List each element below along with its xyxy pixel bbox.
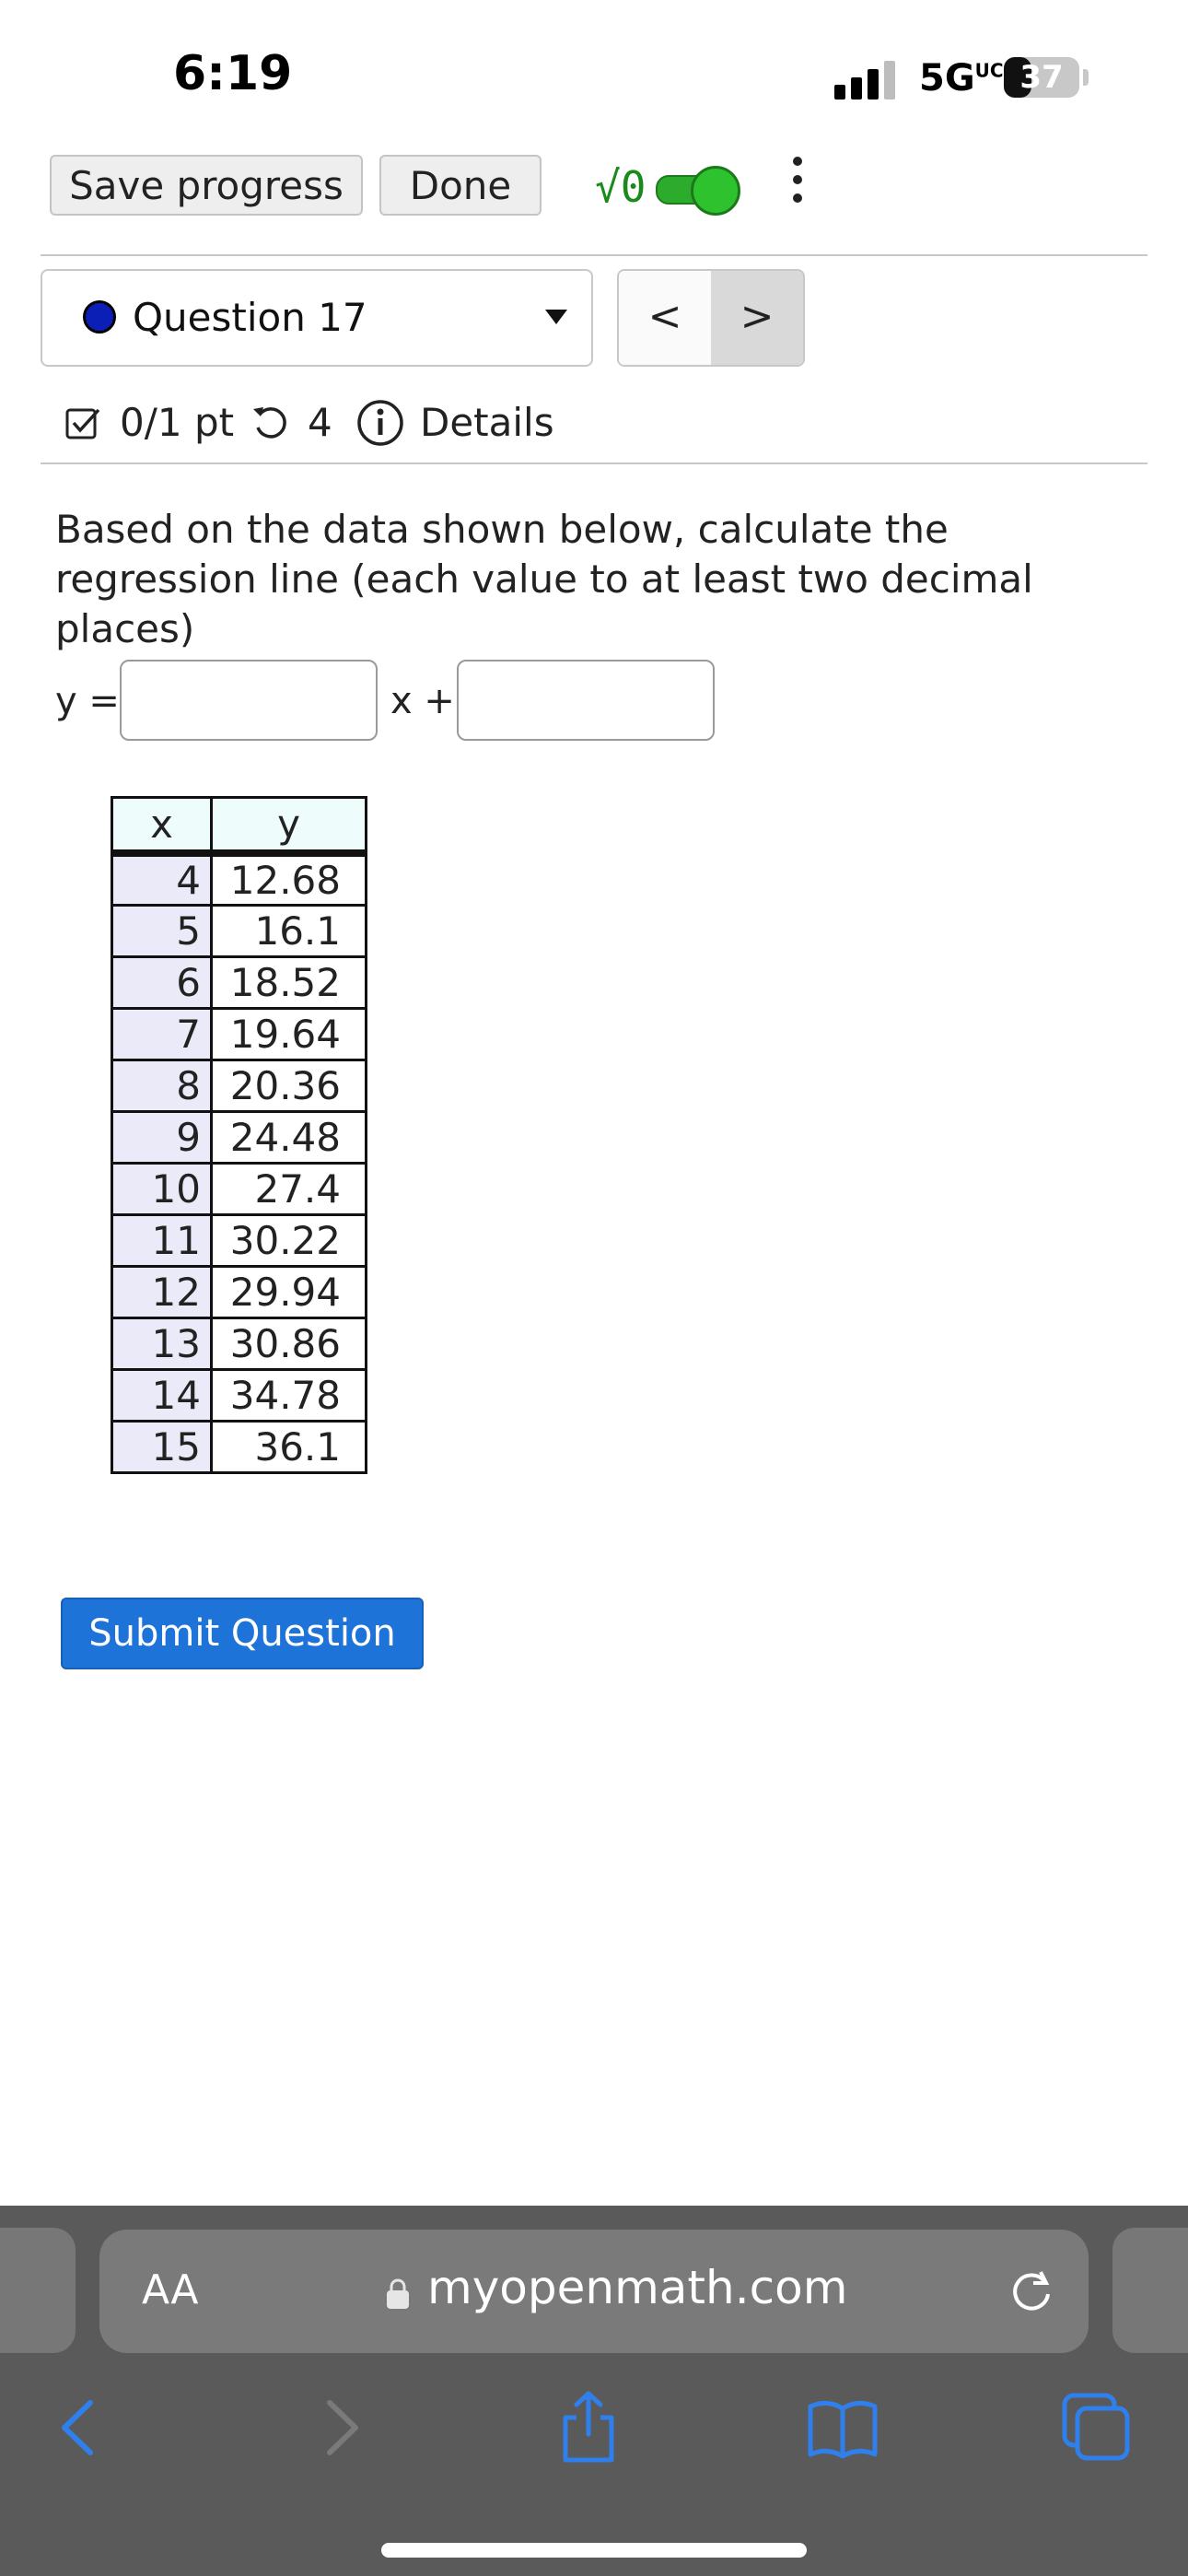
intercept-input[interactable] <box>457 660 715 741</box>
forward-arrow-icon[interactable] <box>300 2386 383 2469</box>
cell-x: 11 <box>111 1212 213 1268</box>
reload-icon[interactable] <box>1004 2265 1059 2320</box>
table-row: 11 30.22 <box>111 1212 367 1268</box>
divider <box>41 463 1147 464</box>
text-size-button[interactable]: AA <box>142 2266 198 2313</box>
y-equals-label: y = <box>55 680 120 722</box>
url-text[interactable]: myopenmath.com <box>427 2261 847 2314</box>
tabs-icon[interactable] <box>1054 2386 1136 2469</box>
data-table: x y 4 12.68 5 16.1 6 18.52 7 19.64 8 20.36 92… <box>111 796 367 1474</box>
cell-y: 24.48 <box>210 1109 367 1165</box>
question-select-label: Question 17 <box>133 295 367 340</box>
network-type: 5GUC <box>919 57 1004 100</box>
cell-y: 27.4 <box>210 1161 367 1216</box>
previous-tab-preview[interactable] <box>0 2228 76 2353</box>
checkbox-score-icon <box>65 408 100 439</box>
next-question-button[interactable]: > <box>711 271 803 365</box>
cell-x: 14 <box>111 1367 213 1423</box>
cell-x: 12 <box>111 1264 213 1319</box>
table-row: 12 29.94 <box>111 1264 367 1319</box>
question-prompt: Based on the data shown below, calculate… <box>55 507 1033 651</box>
table-row: 8 20.36 <box>111 1058 367 1113</box>
status-time: 6:19 <box>173 46 293 101</box>
table-row: 10 27.4 <box>111 1161 367 1216</box>
toggle-knob <box>691 166 740 216</box>
cell-x: 9 <box>111 1109 213 1165</box>
address-bar[interactable]: AA myopenmath.com <box>99 2230 1089 2353</box>
divider <box>41 254 1147 256</box>
details-link[interactable]: Details <box>420 400 554 445</box>
question-select[interactable]: Question 17 <box>41 269 593 367</box>
cell-y: 30.22 <box>210 1212 367 1268</box>
question-nav-buttons: < > <box>617 269 805 367</box>
cell-x: 7 <box>111 1006 213 1061</box>
lock-icon <box>387 2278 409 2309</box>
cell-y: 29.94 <box>210 1264 367 1319</box>
next-tab-preview[interactable] <box>1112 2228 1188 2353</box>
column-header-x: x <box>111 796 213 854</box>
retry-icon <box>253 407 286 439</box>
table-row: 14 34.78 <box>111 1367 367 1423</box>
cell-y: 36.1 <box>210 1419 367 1474</box>
submit-question-button[interactable]: Submit Question <box>61 1598 424 1669</box>
table-row: 15 36.1 <box>111 1419 367 1474</box>
cell-x: 10 <box>111 1161 213 1216</box>
done-button[interactable]: Done <box>379 155 542 216</box>
cell-y: 34.78 <box>210 1367 367 1423</box>
retries-count: 4 <box>308 400 332 445</box>
battery-icon: 37 <box>1004 57 1079 98</box>
share-icon[interactable] <box>547 2386 630 2469</box>
cellular-signal-icon <box>834 61 895 100</box>
home-indicator[interactable] <box>381 2543 807 2558</box>
cell-x: 15 <box>111 1419 213 1474</box>
battery-tip <box>1083 69 1089 86</box>
cell-y: 18.52 <box>210 954 367 1010</box>
bookmarks-icon[interactable] <box>801 2386 884 2469</box>
math-display-toggle[interactable]: √0 <box>595 157 742 216</box>
caret-down-icon <box>545 310 567 324</box>
x-plus-label: x + <box>390 680 455 722</box>
score-text: 0/1 pt <box>120 400 235 445</box>
cell-y: 12.68 <box>210 851 367 907</box>
math-toggle-label: √0 <box>595 162 646 212</box>
question-status-dot <box>83 300 116 334</box>
status-bar: 6:19 5GUC 37 <box>0 0 1188 138</box>
save-progress-button[interactable]: Save progress <box>50 155 363 216</box>
cell-x: 5 <box>111 903 213 958</box>
table-row: 6 18.52 <box>111 954 367 1010</box>
battery-percent: 37 <box>1019 59 1064 96</box>
cell-x: 13 <box>111 1316 213 1371</box>
info-icon[interactable] <box>355 398 405 448</box>
back-arrow-icon[interactable] <box>37 2386 120 2469</box>
cell-y: 16.1 <box>210 903 367 958</box>
cell-x: 4 <box>111 851 213 907</box>
table-row: 7 19.64 <box>111 1006 367 1061</box>
table-row: 4 12.68 <box>111 851 367 907</box>
cell-y: 30.86 <box>210 1316 367 1371</box>
cell-y: 19.64 <box>210 1006 367 1061</box>
slope-input[interactable] <box>120 660 378 741</box>
table-row: 9 24.48 <box>111 1109 367 1165</box>
table-row: 13 30.86 <box>111 1316 367 1371</box>
table-header-row: x y <box>111 796 367 854</box>
cell-x: 6 <box>111 954 213 1010</box>
previous-question-button[interactable]: < <box>619 271 711 365</box>
browser-nav-row <box>0 2386 1188 2478</box>
cell-y: 20.36 <box>210 1058 367 1113</box>
more-options-icon[interactable] <box>786 157 809 212</box>
browser-bottom-bar: AA myopenmath.com <box>0 2206 1188 2576</box>
cell-x: 8 <box>111 1058 213 1113</box>
table-row: 5 16.1 <box>111 903 367 958</box>
column-header-y: y <box>210 796 367 854</box>
